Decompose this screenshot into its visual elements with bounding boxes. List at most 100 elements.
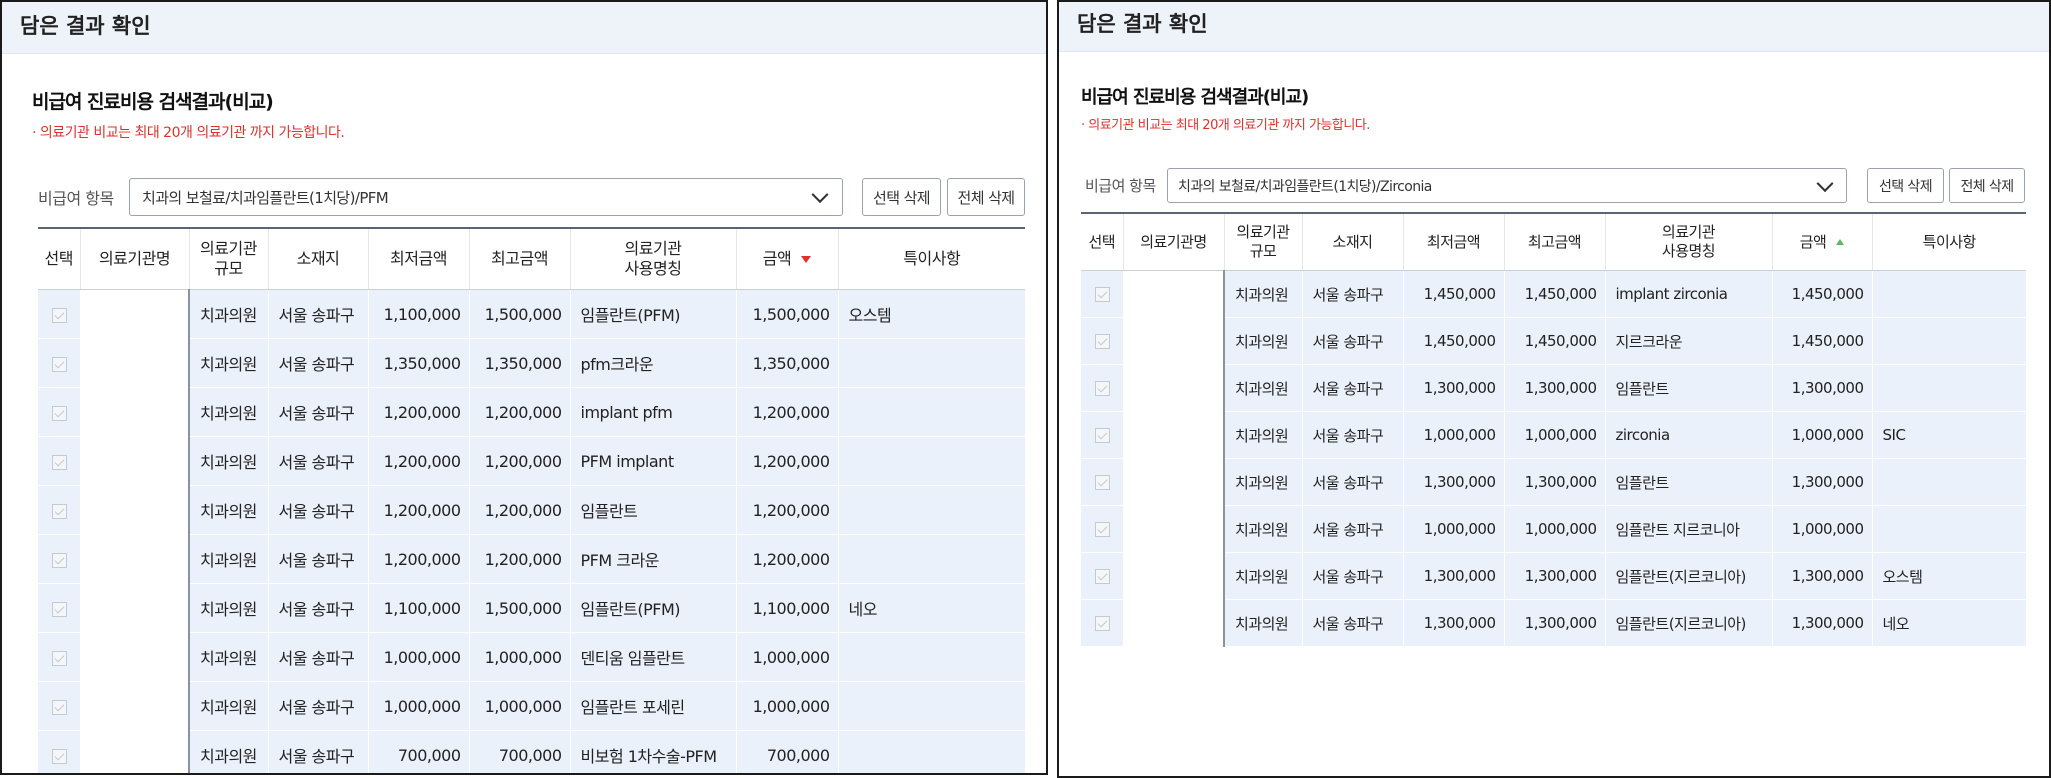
col-header-max: 최고금액 (468, 228, 570, 290)
max-price-cell: 1,300,000 (1503, 552, 1605, 600)
item-select[interactable]: 치과의 보철료/치과임플란트(1치당)/PFM (129, 178, 843, 216)
min-price-cell: 1,000,000 (1402, 505, 1504, 553)
delete-selected-button[interactable]: 선택 삭제 (1867, 168, 1944, 203)
amount-cell: 1,450,000 (1771, 317, 1872, 365)
amount-cell: 1,200,000 (735, 387, 838, 437)
sort-desc-icon[interactable] (801, 256, 812, 263)
amount-cell: 1,450,000 (1771, 270, 1872, 318)
max-price-cell: 1,000,000 (1503, 411, 1605, 459)
min-price-cell: 1,100,000 (367, 583, 469, 633)
note-cell (837, 534, 1025, 584)
note-cell (1871, 317, 2026, 365)
results-table: 선택 의료기관명 의료기관 규모 소재지 최저금액 최고금액 의료기관 사용명칭… (1081, 212, 2026, 647)
col-header-location: 소재지 (1301, 213, 1403, 271)
location-cell: 서울 송파구 (1301, 411, 1403, 459)
min-price-cell: 1,300,000 (1402, 552, 1504, 600)
col-header-scale: 의료기관 규모 (1223, 213, 1302, 271)
usage-name-cell: PFM implant (569, 436, 736, 486)
col-header-select: 선택 (1081, 213, 1123, 271)
col-header-min: 최저금액 (367, 228, 469, 290)
comparison-panel-right: 담은 결과 확인 비급여 진료비용 검색결과(비교) · 의료기관 비교는 최대… (1057, 0, 2051, 778)
results-table: 선택 의료기관명 의료기관 규모 소재지 최저금액 최고금액 의료기관 사용명칭… (38, 227, 1025, 773)
checkbox-icon[interactable] (1094, 522, 1110, 537)
scale-cell: 치과의원 (188, 338, 268, 388)
scale-cell: 치과의원 (188, 485, 268, 535)
checkbox-icon[interactable] (51, 307, 67, 323)
min-price-cell: 1,300,000 (1402, 364, 1504, 412)
checkbox-icon[interactable] (1094, 569, 1110, 584)
min-price-cell: 1,000,000 (367, 632, 469, 682)
min-price-cell: 1,200,000 (367, 436, 469, 486)
note-cell: 네오 (1871, 599, 2026, 647)
checkbox-icon[interactable] (1094, 334, 1110, 349)
col-header-amount[interactable]: 금액 (1771, 213, 1872, 271)
location-cell: 서울 송파구 (267, 338, 368, 388)
amount-cell: 1,100,000 (735, 583, 838, 633)
checkbox-icon[interactable] (1094, 287, 1110, 302)
location-cell: 서울 송파구 (267, 730, 368, 773)
checkbox-icon[interactable] (51, 454, 67, 470)
amount-cell: 1,500,000 (735, 289, 838, 339)
note-cell (837, 387, 1025, 437)
note-cell (837, 436, 1025, 486)
panel-header: 담은 결과 확인 (2, 2, 1046, 54)
checkbox-icon[interactable] (51, 405, 67, 421)
table-header-row: 선택 의료기관명 의료기관 규모 소재지 최저금액 최고금액 의료기관 사용명칭… (1081, 213, 2026, 271)
checkbox-icon[interactable] (51, 650, 67, 666)
col-header-note: 특이사항 (837, 228, 1025, 290)
checkbox-icon[interactable] (1094, 616, 1110, 631)
delete-all-button[interactable]: 전체 삭제 (947, 178, 1025, 216)
note-cell: SIC (1871, 411, 2026, 459)
checkbox-icon[interactable] (1094, 428, 1110, 443)
location-cell: 서울 송파구 (267, 436, 368, 486)
usage-name-cell: implant zirconia (1604, 270, 1772, 318)
scale-cell: 치과의원 (188, 534, 268, 584)
usage-name-cell: 임플란트 (1604, 458, 1772, 506)
location-cell: 서울 송파구 (267, 632, 368, 682)
scale-cell: 치과의원 (1223, 364, 1302, 412)
min-price-cell: 1,300,000 (1402, 458, 1504, 506)
max-price-cell: 1,000,000 (468, 632, 570, 682)
checkbox-icon[interactable] (51, 503, 67, 519)
checkbox-icon[interactable] (1094, 475, 1110, 490)
min-price-cell: 1,200,000 (367, 485, 469, 535)
col-header-select: 선택 (38, 228, 80, 290)
item-select[interactable]: 치과의 보철료/치과임플란트(1치당)/Zirconia (1167, 168, 1847, 203)
hospital-name-cell (1123, 270, 1225, 647)
col-header-amount[interactable]: 금액 (735, 228, 838, 290)
col-header-max: 최고금액 (1503, 213, 1605, 271)
sort-asc-icon[interactable] (1836, 239, 1845, 246)
min-price-cell: 1,200,000 (367, 387, 469, 437)
location-cell: 서울 송파구 (267, 485, 368, 535)
delete-all-button[interactable]: 전체 삭제 (1949, 168, 2025, 203)
usage-name-cell: 임플란트 포세린 (569, 681, 736, 731)
checkbox-icon[interactable] (51, 356, 67, 372)
scale-cell: 치과의원 (1223, 552, 1302, 600)
checkbox-icon[interactable] (51, 748, 67, 764)
min-price-cell: 700,000 (367, 730, 469, 773)
max-price-cell: 700,000 (468, 730, 570, 773)
location-cell: 서울 송파구 (267, 289, 368, 339)
note-cell (837, 730, 1025, 773)
checkbox-icon[interactable] (1094, 381, 1110, 396)
scale-cell: 치과의원 (188, 436, 268, 486)
scale-cell: 치과의원 (188, 289, 268, 339)
scale-cell: 치과의원 (1223, 411, 1302, 459)
note-cell (1871, 505, 2026, 553)
note-cell (837, 485, 1025, 535)
max-price-cell: 1,300,000 (1503, 458, 1605, 506)
checkbox-icon[interactable] (51, 552, 67, 568)
usage-name-cell: 임플란트 (1604, 364, 1772, 412)
table-row: 치과의원 서울 송파구 1,100,000 1,500,000 임플란트(PFM… (38, 289, 1025, 773)
location-cell: 서울 송파구 (267, 681, 368, 731)
checkbox-icon[interactable] (51, 699, 67, 715)
panel-header: 담은 결과 확인 (1059, 2, 2049, 52)
delete-selected-button[interactable]: 선택 삭제 (862, 178, 941, 216)
checkbox-icon[interactable] (51, 601, 67, 617)
amount-cell: 1,300,000 (1771, 599, 1872, 647)
scale-cell: 치과의원 (1223, 599, 1302, 647)
note-cell: 네오 (837, 583, 1025, 633)
location-cell: 서울 송파구 (267, 534, 368, 584)
max-price-cell: 1,500,000 (468, 289, 570, 339)
table-row: 치과의원 서울 송파구 1,450,000 1,450,000 implant … (1081, 270, 2026, 647)
